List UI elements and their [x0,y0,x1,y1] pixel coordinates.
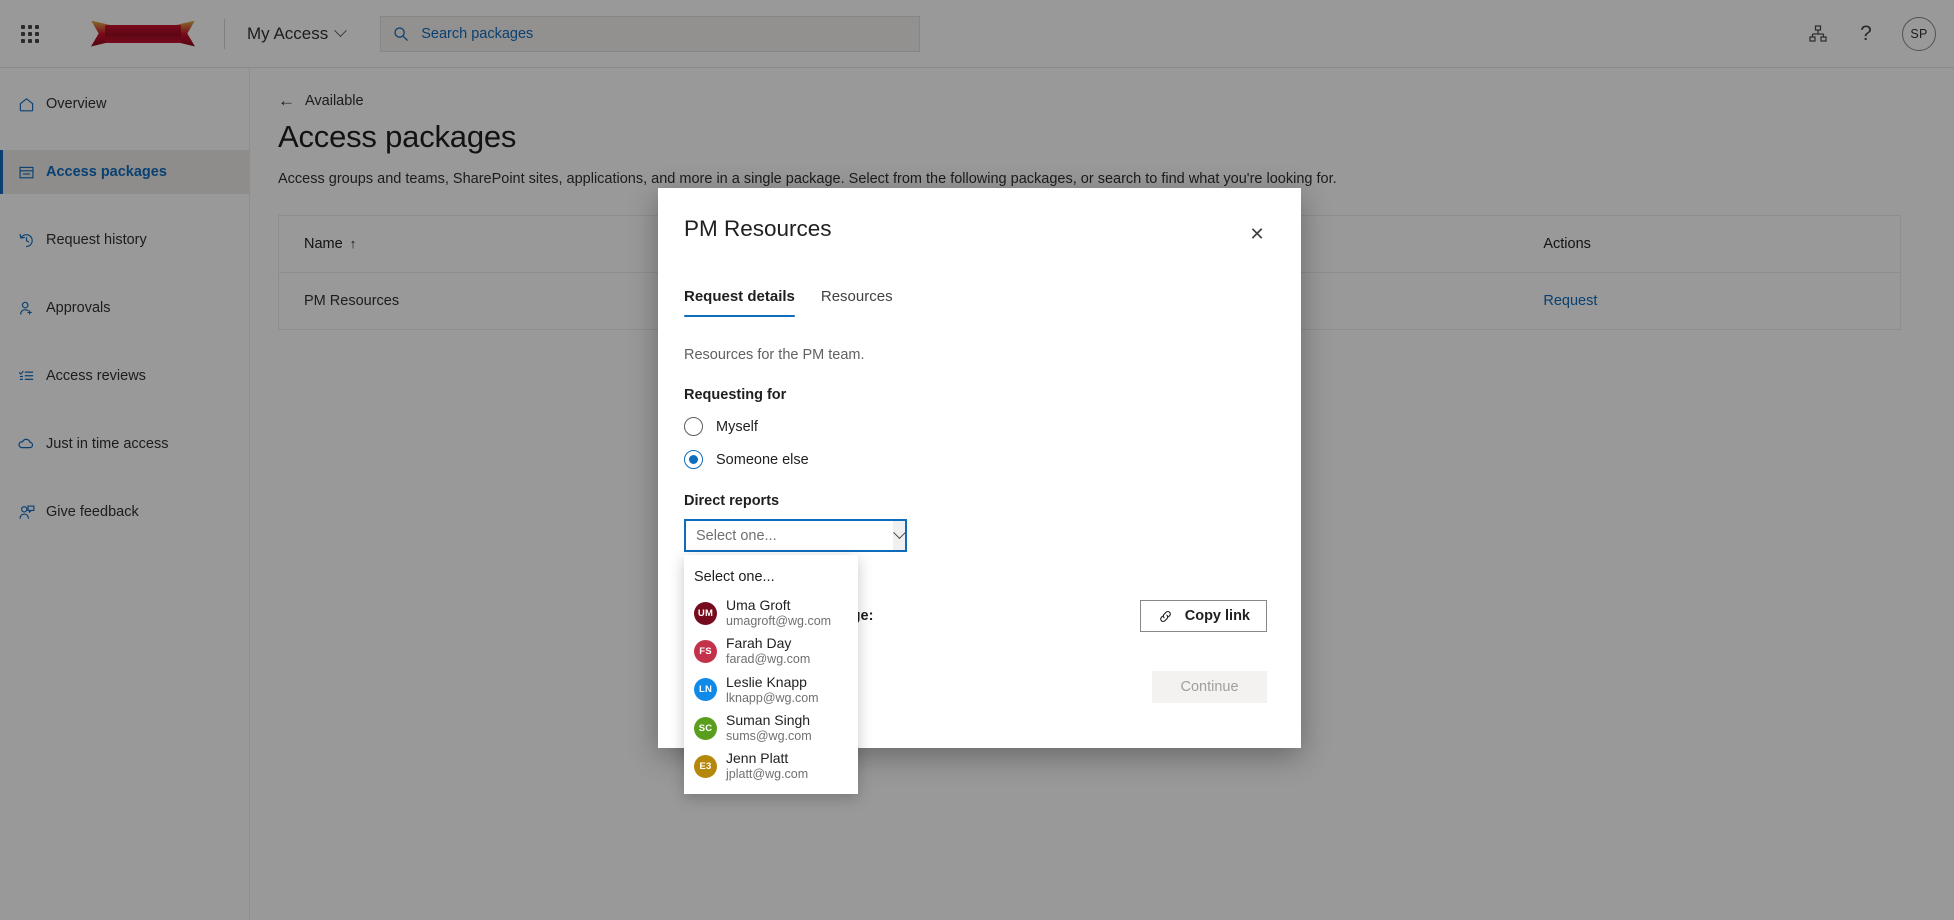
radio-myself-label: Myself [716,419,758,435]
radio-option-someone-else[interactable]: Someone else [684,450,1267,469]
person-avatar: E3 [694,755,717,778]
dropdown-option-placeholder[interactable]: Select one... [684,562,858,594]
person-text: Jenn Platt jplatt@wg.com [726,750,808,782]
requesting-for-label: Requesting for [684,387,1267,403]
person-text: Leslie Knapp lknapp@wg.com [726,674,819,706]
person-avatar: LN [694,678,717,701]
copy-link-button[interactable]: Copy link [1140,600,1267,632]
copy-link-label: Copy link [1185,608,1250,624]
radio-myself-icon [684,417,703,436]
person-email: lknapp@wg.com [726,691,819,706]
person-name: Farah Day [726,635,810,652]
page-root: My Access [0,0,1954,920]
tab-request-details[interactable]: Request details [684,288,795,317]
person-text: Farah Day farad@wg.com [726,635,810,667]
person-name: Uma Groft [726,597,831,614]
person-email: farad@wg.com [726,652,810,667]
close-icon[interactable]: ✕ [1241,218,1273,250]
direct-reports-input[interactable] [686,521,893,550]
person-name: Jenn Platt [726,750,808,767]
direct-reports-combobox-wrap: Select one... UM Uma Groft umagroft@wg.c… [684,519,907,552]
package-description: Resources for the PM team. [684,347,1267,363]
person-text: Suman Singh sums@wg.com [726,712,812,744]
person-avatar: SC [694,717,717,740]
person-text: Uma Groft umagroft@wg.com [726,597,831,629]
chevron-down-glyph [893,526,906,539]
person-email: sums@wg.com [726,729,812,744]
dialog-body: Resources for the PM team. Requesting fo… [684,347,1267,703]
direct-reports-label: Direct reports [684,493,1267,509]
person-email: umagroft@wg.com [726,614,831,629]
dialog-header: PM Resources ✕ [684,216,1267,250]
continue-button[interactable]: Continue [1152,671,1267,703]
person-email: jplatt@wg.com [726,767,808,782]
dropdown-option-person[interactable]: SC Suman Singh sums@wg.com [684,709,858,747]
request-access-dialog: PM Resources ✕ Request details Resources… [658,188,1301,748]
radio-option-myself[interactable]: Myself [684,417,1267,436]
dialog-title: PM Resources [684,216,832,242]
direct-reports-dropdown-list: Select one... UM Uma Groft umagroft@wg.c… [684,555,858,794]
person-avatar: UM [694,602,717,625]
dropdown-option-person[interactable]: UM Uma Groft umagroft@wg.com [684,594,858,632]
person-name: Suman Singh [726,712,812,729]
tab-resources[interactable]: Resources [821,288,893,317]
person-avatar: FS [694,640,717,663]
dropdown-option-person[interactable]: LN Leslie Knapp lknapp@wg.com [684,671,858,709]
direct-reports-combobox[interactable] [684,519,907,552]
dropdown-option-person[interactable]: FS Farah Day farad@wg.com [684,632,858,670]
person-name: Leslie Knapp [726,674,819,691]
radio-someone-else-label: Someone else [716,452,809,468]
chevron-down-icon[interactable] [893,521,905,550]
dialog-tabs: Request details Resources [684,288,1267,317]
dropdown-option-person[interactable]: E3 Jenn Platt jplatt@wg.com [684,747,858,785]
link-icon [1157,608,1174,625]
radio-someone-else-icon [684,450,703,469]
